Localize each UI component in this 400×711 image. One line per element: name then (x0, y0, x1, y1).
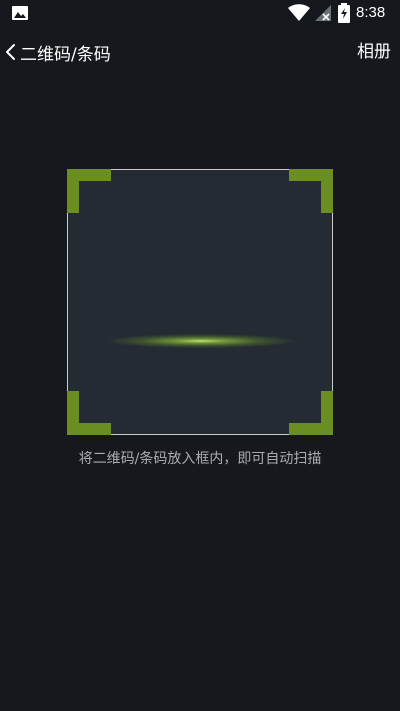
no-sim-signal-icon (315, 5, 331, 21)
corner-bottom-left (67, 391, 111, 435)
page-title: 二维码/条码 (20, 44, 111, 65)
corner-bottom-right (289, 391, 333, 435)
battery-icon (338, 3, 350, 23)
scan-frame (67, 169, 333, 435)
gallery-icon (12, 6, 28, 20)
scan-line (108, 334, 294, 348)
status-bar: 8:38 (0, 0, 400, 28)
scanner-screen: 8:38 二维码/条码 相册 将二维码/条码放入框内，即可自动扫描 (0, 0, 400, 711)
wifi-icon (288, 4, 310, 21)
album-button[interactable]: 相册 (357, 38, 391, 66)
chevron-left-icon (6, 44, 15, 60)
scan-hint: 将二维码/条码放入框内，即可自动扫描 (78, 451, 322, 467)
back-button[interactable]: 二维码/条码 (4, 38, 111, 66)
status-time: 8:38 (356, 4, 386, 21)
corner-top-left (67, 169, 111, 213)
corner-top-right (289, 169, 333, 213)
